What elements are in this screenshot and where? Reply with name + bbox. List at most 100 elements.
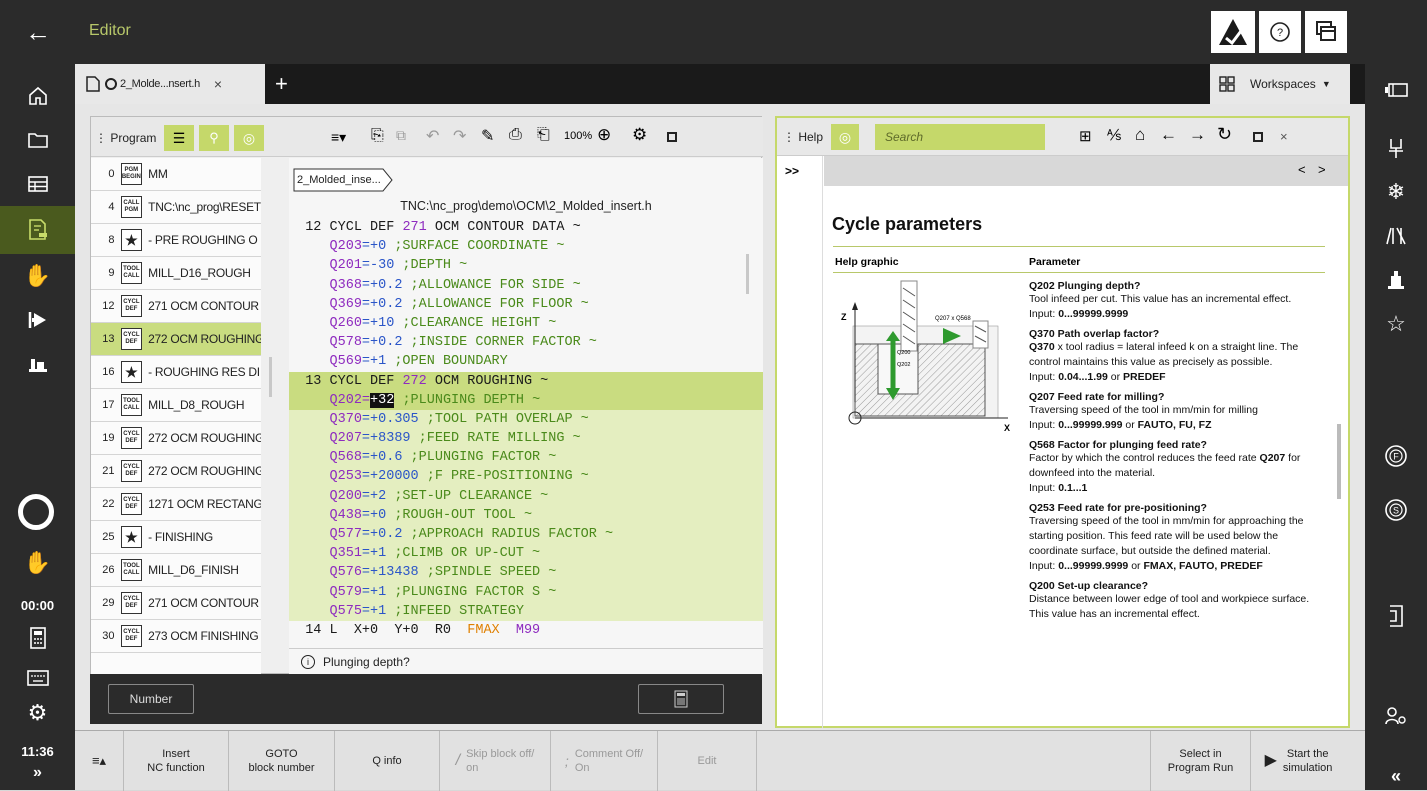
program-row[interactable]: 25 ★ - FINISHING [91, 521, 261, 554]
home-button[interactable] [0, 74, 75, 118]
code-line[interactable]: 12 CYCL DEF 271 OCM CONTOUR DATA ~ [289, 218, 763, 237]
code-line[interactable]: Q368=+0.2 ;ALLOWANCE FOR SIDE ~ [289, 276, 763, 295]
undo-icon[interactable]: ↶ [426, 126, 439, 146]
code-line[interactable]: 13 CYCL DEF 272 OCM ROUGHING ~ [289, 371, 763, 391]
code-line[interactable]: Q203=+0 ;SURFACE COORDINATE ~ [289, 237, 763, 256]
program-row[interactable]: 17 TOOL CALL MILL_D8_ROUGH [91, 389, 261, 422]
forward-icon[interactable]: → [1189, 125, 1206, 145]
menu-dropdown-icon[interactable]: ≡▾ [331, 129, 346, 146]
code-line[interactable]: Q202=+32 ;PLUNGING DEPTH ~ [289, 390, 763, 410]
tab-close-icon[interactable]: × [214, 76, 222, 92]
program-row[interactable]: 19 CYCL DEF 272 OCM ROUGHING [91, 422, 261, 455]
code-line[interactable]: Q576=+13438 ;SPINDLE SPEED ~ [289, 563, 763, 583]
goto-block-button[interactable]: GOTO block number [228, 731, 334, 791]
expand-toc-button[interactable]: >> [785, 164, 799, 178]
program-row[interactable]: 16 ★ - ROUGHING RES DI [91, 356, 261, 389]
back-icon[interactable]: ← [1160, 125, 1177, 145]
settings-button[interactable]: ⚙ [0, 691, 75, 735]
files-button[interactable] [0, 118, 75, 162]
code-line[interactable]: Q253=+20000 ;F PRE-POSITIONING ~ [289, 467, 763, 487]
program-row[interactable]: 13 CYCL DEF 272 OCM ROUGHING [91, 323, 261, 356]
skip-block-toggle[interactable]: / Skip block off/on [439, 731, 550, 791]
save-as-icon[interactable]: ⎗ [537, 126, 550, 144]
program-run-button[interactable] [0, 298, 75, 342]
program-row[interactable]: 21 CYCL DEF 272 OCM ROUGHING [91, 455, 261, 488]
redo-icon[interactable]: ↷ [453, 126, 466, 146]
maximize-icon[interactable] [667, 132, 677, 142]
help-close-icon[interactable]: × [1280, 129, 1288, 144]
chevron-left-icon[interactable]: < [1298, 162, 1306, 177]
editor-button[interactable] [0, 206, 75, 254]
help-button[interactable]: ? [1259, 11, 1301, 53]
manual-button[interactable]: ✋ [0, 254, 75, 298]
tables-button[interactable] [0, 162, 75, 206]
insert-nc-function-button[interactable]: Insert NC function [123, 731, 228, 791]
program-row[interactable]: 30 CYCL DEF 273 OCM FINISHING [91, 620, 261, 653]
filter-icon[interactable]: ⅍ [1107, 127, 1121, 144]
q-info-button[interactable]: Q info [334, 731, 439, 791]
save-icon[interactable]: ⎙ [509, 126, 522, 144]
windows-button[interactable] [1305, 11, 1347, 53]
coolant-button[interactable]: ❄ [1365, 170, 1427, 214]
program-row[interactable]: 4 CALL PGM TNC:\nc_prog\RESET [91, 191, 261, 224]
program-row[interactable]: 8 ★ - PRE ROUGHING O [91, 224, 261, 257]
search-button[interactable]: ⚲ [199, 125, 229, 151]
copy-block-icon[interactable]: ⧉ [396, 127, 406, 144]
structure-view-button[interactable]: ☰ [164, 125, 194, 151]
edit-button[interactable]: Edit [657, 731, 757, 791]
program-row[interactable]: 9 TOOL CALL MILL_D16_ROUGH [91, 257, 261, 290]
code-line[interactable]: Q201=-30 ;DEPTH ~ [289, 256, 763, 275]
grid-view-icon[interactable]: ⊞ [1079, 127, 1092, 145]
home-help-icon[interactable]: ⌂ [1135, 125, 1145, 145]
number-button[interactable]: Number [108, 684, 194, 714]
refresh-icon[interactable]: ↻ [1217, 124, 1232, 145]
start-simulation-button[interactable]: ▶ Start the simulation [1250, 731, 1346, 791]
code-line[interactable]: Q369=+0.2 ;ALLOWANCE FOR FLOOR ~ [289, 295, 763, 314]
check-button[interactable]: ◎ [234, 125, 264, 151]
calculator-button[interactable] [0, 616, 75, 660]
chevron-right-icon[interactable]: > [1318, 162, 1326, 177]
tool-management-button[interactable] [1365, 214, 1427, 258]
code-line[interactable]: Q568=+0.6 ;PLUNGING FACTOR ~ [289, 448, 763, 468]
select-in-program-run-button[interactable]: Select in Program Run [1150, 731, 1250, 791]
code-line[interactable]: Q577=+0.2 ;APPROACH RADIUS FACTOR ~ [289, 525, 763, 545]
code-line[interactable]: Q200=+2 ;SET-UP CLEARANCE ~ [289, 486, 763, 506]
user-button[interactable] [1365, 694, 1427, 738]
favorites-button[interactable]: ☆ [1365, 302, 1427, 346]
code-line[interactable]: Q370=+0.305 ;TOOL PATH OVERLAP ~ [289, 409, 763, 430]
heidenhain-logo-button[interactable] [1211, 11, 1255, 53]
code-editor[interactable]: 2_Molded_inse... TNC:\nc_prog\demo\OCM\2… [289, 158, 763, 675]
program-row[interactable]: 0 PGM BEGIN MM [91, 158, 261, 191]
code-line[interactable]: Q575=+1 ;INFEED STRATEGY [289, 601, 763, 621]
calculator-keypad-button[interactable] [638, 684, 724, 714]
zoom-level[interactable]: 100% [564, 130, 592, 142]
probe-button[interactable] [1365, 126, 1427, 170]
comment-toggle[interactable]: ; Comment Off/On [550, 731, 657, 791]
menu-toggle-button[interactable]: ≡▴ [75, 731, 123, 791]
program-row[interactable]: 12 CYCL DEF 271 OCM CONTOUR [91, 290, 261, 323]
edit-icon[interactable]: ✎ [481, 126, 494, 146]
program-row[interactable]: 29 CYCL DEF 271 OCM CONTOUR [91, 587, 261, 620]
battery-button[interactable] [1365, 68, 1427, 112]
program-row[interactable]: 22 CYCL DEF 1271 OCM RECTANG [91, 488, 261, 521]
feed-override-button[interactable]: F [1365, 434, 1427, 478]
code-line[interactable]: Q579=+1 ;PLUNGING FACTOR S ~ [289, 582, 763, 602]
door-button[interactable] [1365, 594, 1427, 638]
machine-button[interactable] [0, 342, 75, 386]
spindle-override-button[interactable]: S [1365, 488, 1427, 532]
zoom-icon[interactable]: ⊕ [597, 125, 611, 145]
code-scrollbar[interactable] [746, 254, 749, 294]
code-line[interactable]: Q578=+0.2 ;INSIDE CORNER FACTOR ~ [289, 333, 763, 352]
code-line[interactable]: 14 L X+0 Y+0 R0 FMAX M99 [289, 621, 763, 640]
help-scrollbar[interactable] [1337, 424, 1341, 499]
back-arrow-icon[interactable]: ← [22, 17, 54, 47]
code-line[interactable]: Q438=+0 ;ROUGH-OUT TOOL ~ [289, 505, 763, 525]
expand-icon[interactable]: » [0, 764, 75, 782]
program-row[interactable]: 26 TOOL CALL MILL_D6_FINISH [91, 554, 261, 587]
settings-gear-icon[interactable]: ⚙ [632, 125, 647, 145]
machine-state-button[interactable] [1365, 258, 1427, 302]
tab-program[interactable]: 2_Molde...nsert.h × [75, 64, 265, 104]
add-tab-button[interactable]: + [275, 71, 288, 97]
code-line[interactable]: Q207=+8389 ;FEED RATE MILLING ~ [289, 429, 763, 449]
clipboard-icon[interactable]: ⎘ [371, 127, 384, 145]
